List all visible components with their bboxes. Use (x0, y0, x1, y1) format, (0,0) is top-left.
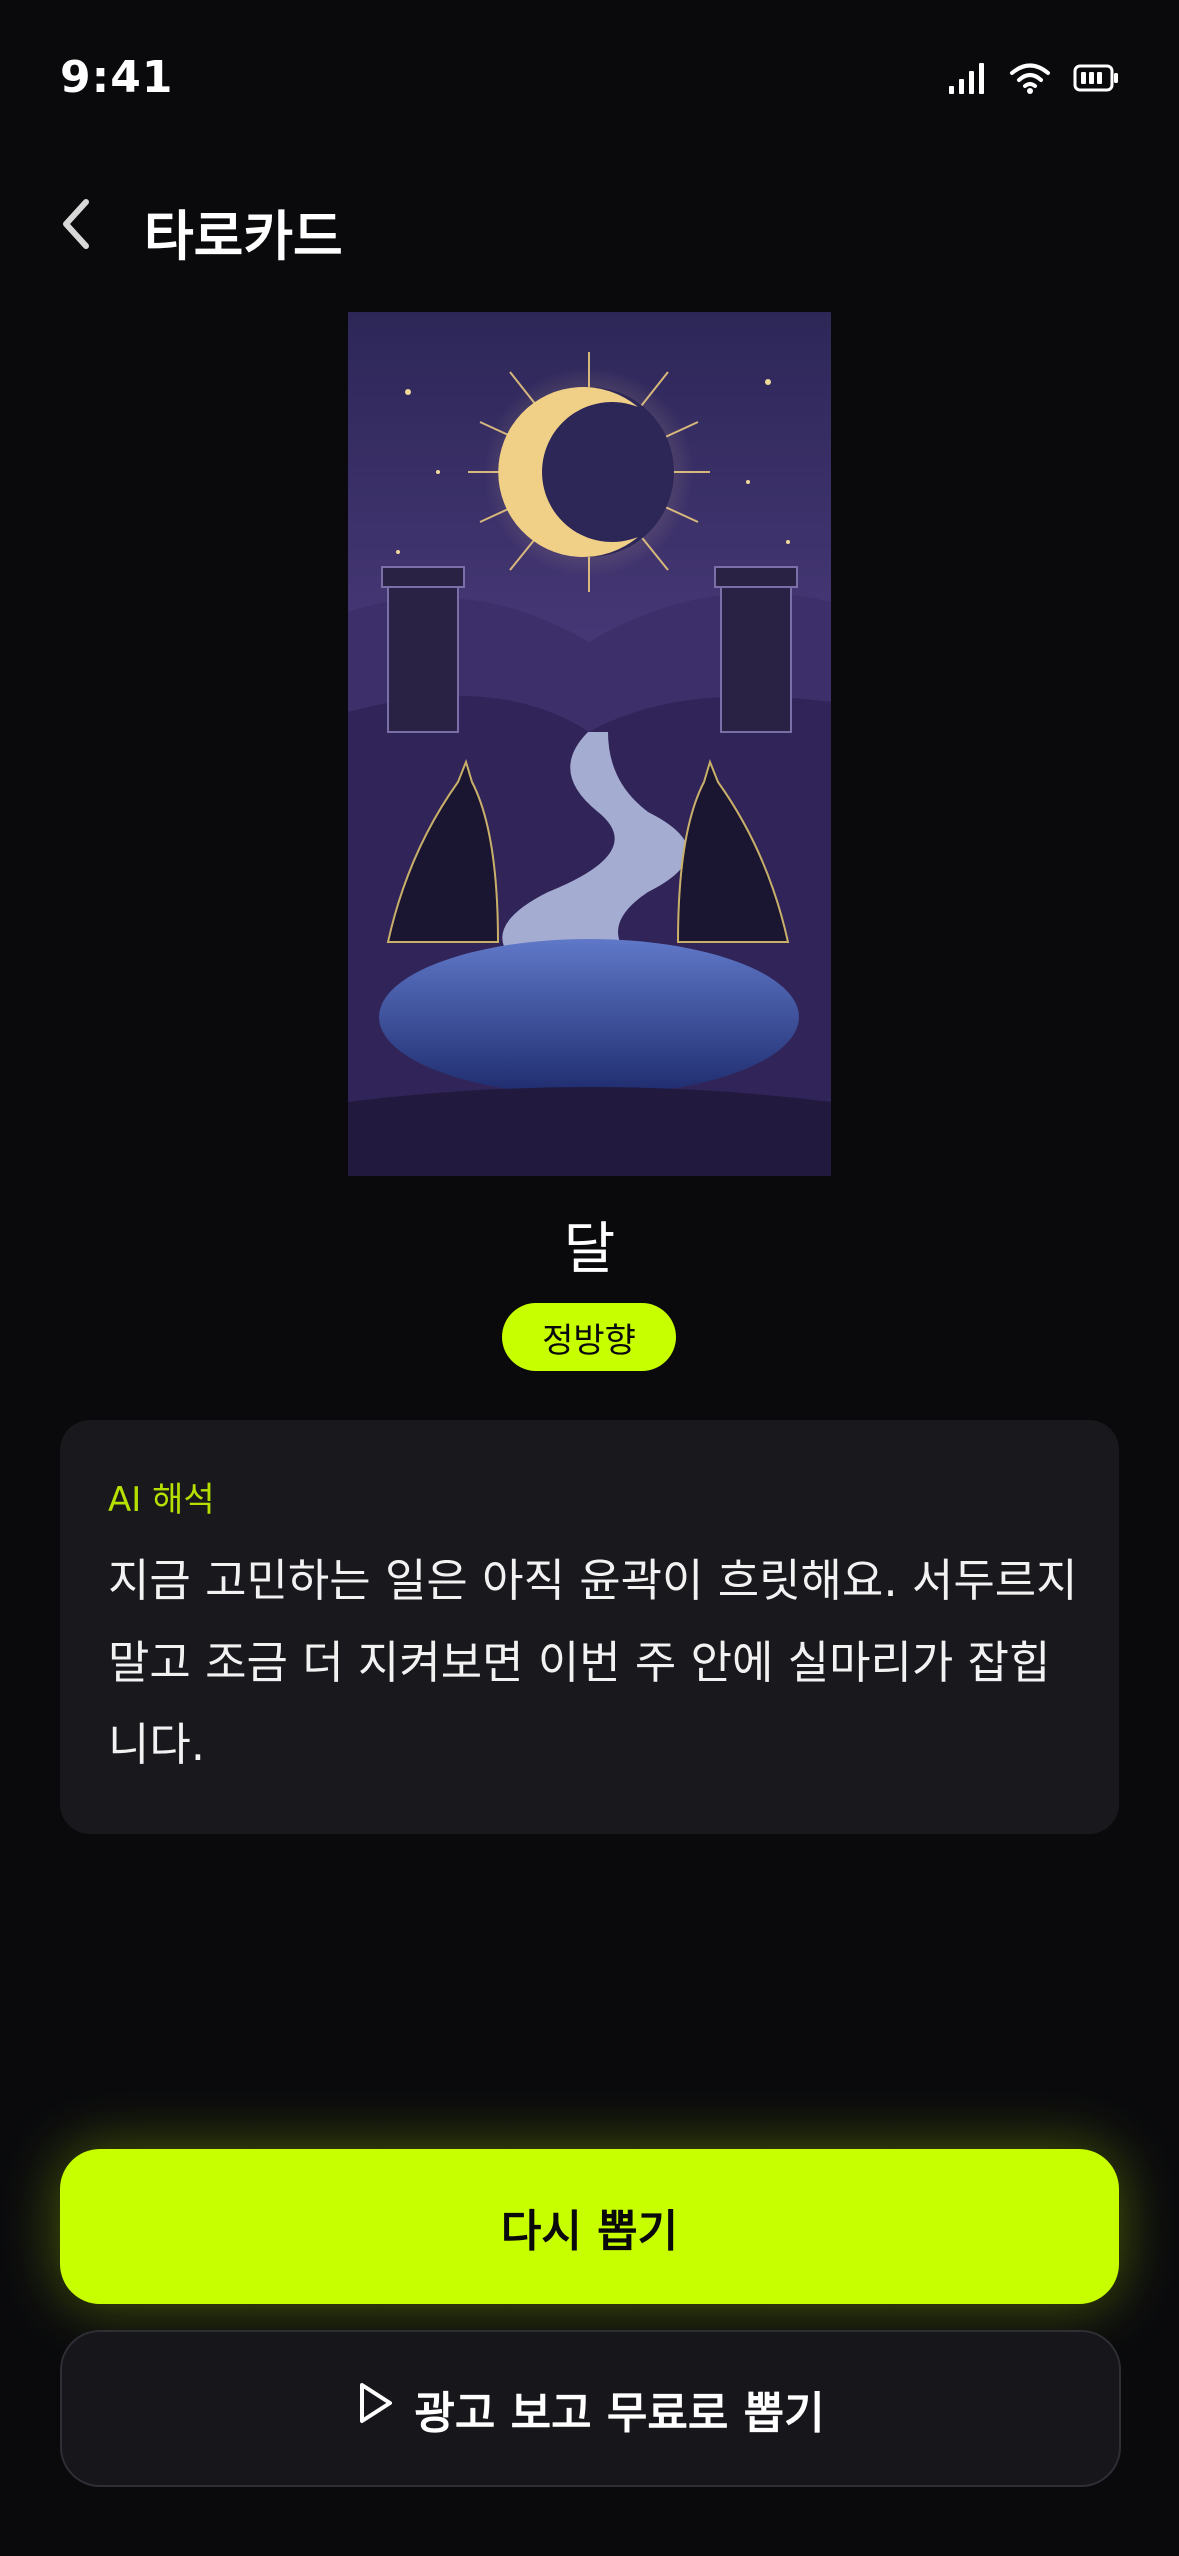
redraw-button-label: 다시 뽑기 (500, 2205, 679, 2257)
watch-ad-draw-button[interactable]: 광고 보고 무료로 뽑기 (60, 2330, 1121, 2487)
play-icon (356, 2381, 396, 2436)
interpretation-label: AI 해석 (108, 1480, 215, 1520)
signal-icon (947, 62, 987, 98)
orientation-badge: 정방향 (502, 1303, 676, 1371)
ai-interpretation-panel: AI 해석 지금 고민하는 일은 아직 윤곽이 흐릿해요. 서두르지 말고 조금… (60, 1420, 1119, 1834)
app-header: 타로카드 (0, 180, 1179, 270)
page-title: 타로카드 (144, 205, 343, 268)
status-bar: 9:41 (0, 0, 1179, 170)
back-button[interactable] (46, 194, 106, 258)
redraw-button[interactable]: 다시 뽑기 (60, 2149, 1119, 2304)
chevron-left-icon (58, 196, 94, 256)
watch-ad-draw-label: 광고 보고 무료로 뽑기 (414, 2387, 825, 2439)
status-icons (947, 62, 1119, 98)
wifi-icon (1009, 62, 1051, 98)
status-time: 9:41 (60, 52, 174, 103)
tarot-card-image (348, 312, 831, 1176)
interpretation-text: 지금 고민하는 일은 아직 윤곽이 흐릿해요. 서두르지 말고 조금 더 지켜보… (108, 1554, 1078, 1771)
card-name: 달 (563, 1217, 616, 1282)
battery-icon (1073, 63, 1119, 97)
